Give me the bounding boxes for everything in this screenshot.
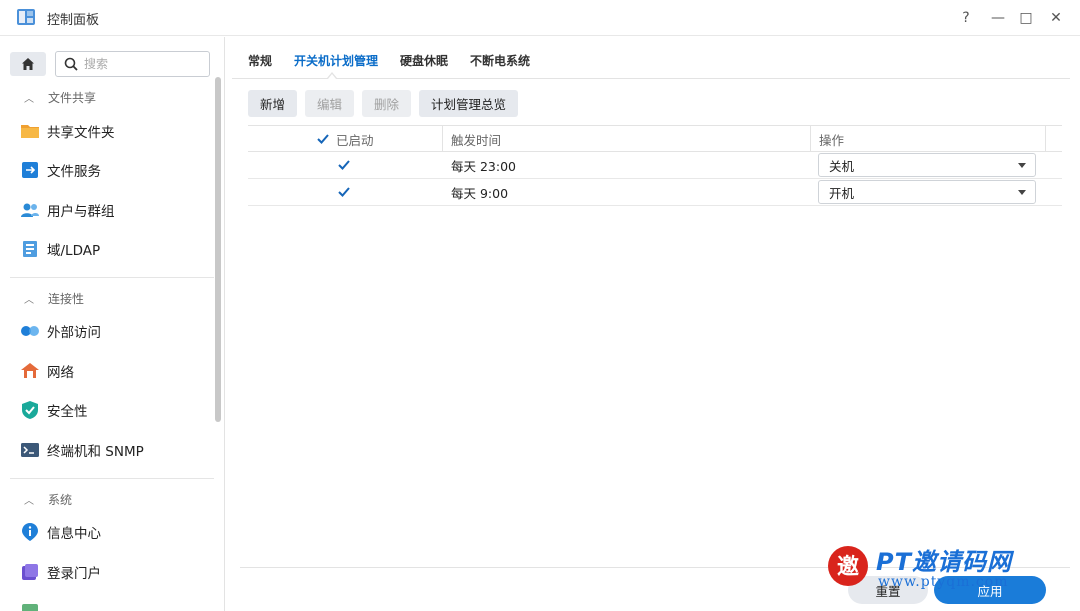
sidebar-item-partial[interactable] (20, 597, 210, 611)
add-button[interactable]: 新增 (248, 90, 298, 117)
tab-ups[interactable]: 不断电系统 (470, 52, 530, 72)
sidebar-item-label: 用户与群组 (47, 204, 115, 220)
chevron-up-icon: ︿ (24, 294, 34, 306)
help-button[interactable]: ? (954, 6, 978, 30)
external-access-icon (20, 321, 40, 341)
table-row[interactable]: 每天 23:00 关机 (248, 152, 1062, 179)
section-title: 文件共享 (48, 90, 97, 105)
row-enabled-checkbox[interactable] (337, 158, 351, 172)
schedule-table: 已启动 触发时间 操作 每天 23:00 关机 每天 9:00 开机 (248, 125, 1062, 206)
search-icon (64, 57, 78, 71)
column-enabled-label: 已启动 (336, 132, 374, 148)
sidebar-item-info-center[interactable]: 信息中心 (20, 517, 210, 547)
sidebar-item-shared-folder[interactable]: 共享文件夹 (20, 116, 210, 146)
login-portal-icon (20, 562, 40, 582)
maximize-button[interactable]: □ (1014, 6, 1038, 30)
active-tab-indicator-inner (328, 74, 336, 79)
reset-button[interactable]: 重置 (848, 576, 928, 604)
domain-icon (20, 239, 40, 259)
help-icon: ? (962, 10, 970, 26)
row-enabled-checkbox[interactable] (337, 185, 351, 199)
column-trigger-time[interactable]: 触发时间 (451, 126, 501, 152)
regional-icon (20, 602, 40, 611)
window-title: 控制面板 (47, 13, 100, 28)
sidebar-item-file-services[interactable]: 文件服务 (20, 155, 210, 185)
file-services-icon (20, 160, 40, 180)
folder-icon (20, 121, 40, 141)
delete-button[interactable]: 删除 (362, 90, 412, 117)
edit-button[interactable]: 编辑 (305, 90, 355, 117)
sidebar-item-label: 安全性 (47, 404, 88, 420)
control-panel-icon (17, 9, 35, 25)
sidebar-item-label: 终端机和 SNMP (47, 444, 144, 460)
action-select[interactable]: 开机 (818, 180, 1036, 204)
tab-power-schedule[interactable]: 开关机计划管理 (294, 52, 378, 72)
select-all-checkbox[interactable] (316, 132, 330, 146)
sidebar-item-security[interactable]: 安全性 (20, 395, 210, 425)
caret-down-icon (1018, 190, 1026, 195)
column-separator (810, 126, 811, 152)
section-connectivity[interactable]: ︿ 连接性 (24, 288, 84, 308)
schedule-overview-button[interactable]: 计划管理总览 (419, 90, 519, 117)
trigger-time-cell: 每天 23:00 (451, 158, 516, 174)
search-field[interactable] (55, 51, 210, 77)
footer-divider (240, 567, 1070, 568)
sidebar: ︿ 文件共享 共享文件夹 文件服务 用户与群组 域/LDAP ︿ 连接性 外部访 (0, 37, 225, 611)
sidebar-item-label: 文件服务 (47, 164, 101, 180)
tab-hdd-hibernation[interactable]: 硬盘休眠 (400, 52, 448, 72)
minimize-button[interactable]: — (986, 6, 1010, 30)
chevron-up-icon: ︿ (24, 93, 34, 105)
section-file-sharing[interactable]: ︿ 文件共享 (24, 87, 96, 107)
home-button[interactable] (10, 52, 46, 76)
sidebar-scrollbar[interactable] (215, 77, 221, 422)
maximize-icon: □ (1019, 10, 1033, 26)
close-icon: ✕ (1050, 10, 1062, 26)
sidebar-item-login-portal[interactable]: 登录门户 (20, 557, 210, 587)
sidebar-item-terminal-snmp[interactable]: 终端机和 SNMP (20, 435, 210, 465)
trigger-time-cell: 每天 9:00 (451, 185, 509, 201)
column-action[interactable]: 操作 (819, 126, 844, 152)
title-bar: 控制面板 ? — □ ✕ (0, 0, 1080, 36)
watermark-brand: PT邀请码网 (876, 548, 1012, 576)
section-title: 系统 (48, 492, 73, 507)
sidebar-item-label: 信息中心 (47, 526, 101, 542)
tab-general[interactable]: 常规 (248, 52, 272, 72)
column-separator (442, 126, 443, 152)
table-header: 已启动 触发时间 操作 (248, 125, 1062, 152)
minimize-icon: — (991, 10, 1005, 26)
tab-bar: 常规 开关机计划管理 硬盘休眠 不断电系统 (248, 52, 552, 72)
section-divider (10, 478, 214, 479)
section-divider (10, 277, 214, 278)
sidebar-item-label: 外部访问 (47, 325, 101, 341)
terminal-icon (20, 440, 40, 460)
column-enabled[interactable]: 已启动 (316, 126, 374, 152)
close-button[interactable]: ✕ (1044, 6, 1068, 30)
apply-button[interactable]: 应用 (934, 576, 1046, 604)
section-system[interactable]: ︿ 系统 (24, 489, 72, 509)
sidebar-item-label: 共享文件夹 (47, 125, 115, 141)
sidebar-item-network[interactable]: 网络 (20, 356, 210, 386)
action-select[interactable]: 关机 (818, 153, 1036, 177)
tab-divider (232, 78, 1070, 79)
section-title: 连接性 (48, 291, 85, 306)
search-input[interactable] (84, 57, 194, 71)
sidebar-item-users-groups[interactable]: 用户与群组 (20, 195, 210, 225)
users-icon (20, 200, 40, 220)
shield-icon (20, 400, 40, 420)
table-row[interactable]: 每天 9:00 开机 (248, 179, 1062, 206)
sidebar-item-label: 域/LDAP (47, 243, 101, 259)
caret-down-icon (1018, 163, 1026, 168)
home-icon (22, 58, 34, 70)
sidebar-item-label: 网络 (47, 365, 74, 381)
info-icon (20, 522, 40, 542)
action-select-value: 开机 (829, 185, 855, 201)
network-icon (20, 361, 40, 381)
sidebar-item-domain-ldap[interactable]: 域/LDAP (20, 234, 210, 264)
sidebar-item-label: 登录门户 (47, 566, 101, 582)
column-separator (1045, 126, 1046, 152)
sidebar-item-external-access[interactable]: 外部访问 (20, 316, 210, 346)
action-select-value: 关机 (829, 158, 855, 174)
chevron-up-icon: ︿ (24, 495, 34, 507)
